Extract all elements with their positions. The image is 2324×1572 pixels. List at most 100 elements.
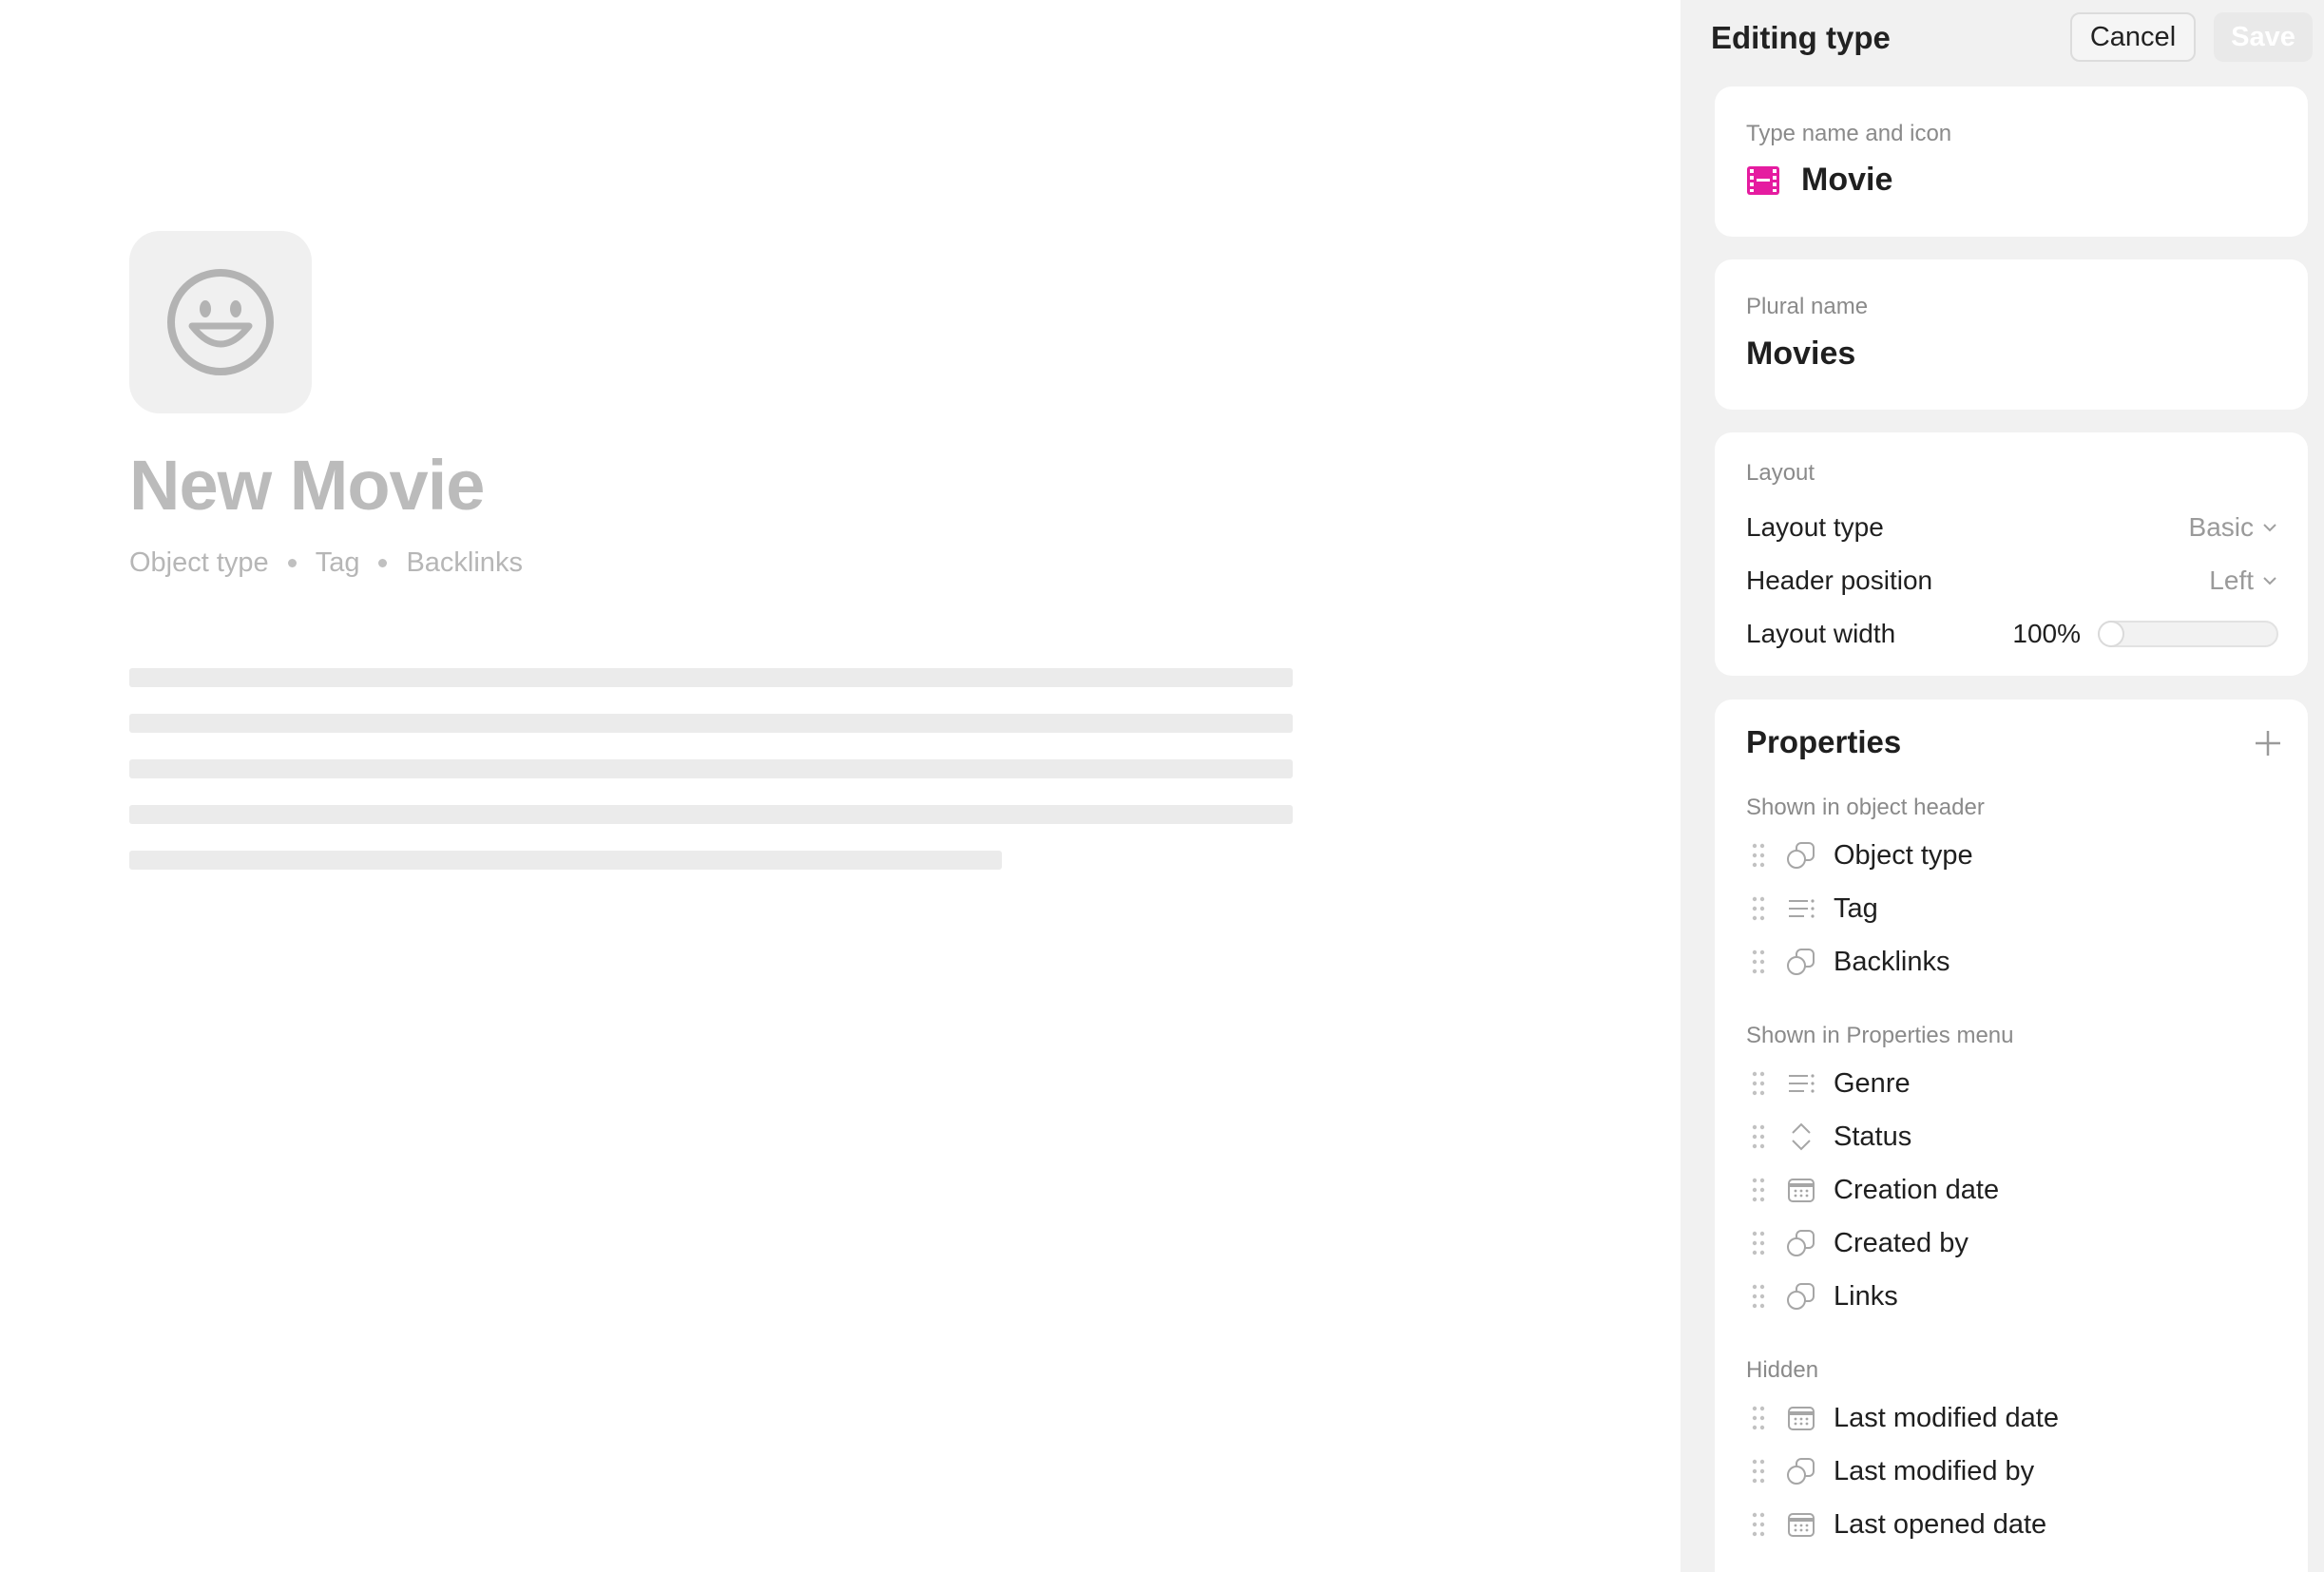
calendar-icon — [1784, 1507, 1818, 1542]
layout-width-row: Layout width 100% — [1746, 615, 2278, 653]
property-name: Status — [1834, 1121, 1912, 1152]
plural-name-field[interactable]: Movies — [1746, 335, 1855, 373]
property-row[interactable]: Genre — [1746, 1064, 1911, 1103]
drag-handle[interactable] — [1750, 1071, 1767, 1096]
layout-type-select[interactable]: Basic — [2189, 512, 2278, 543]
header-property-tag: Tag — [315, 547, 360, 578]
calendar-icon — [1784, 1173, 1818, 1207]
layout-width-label: Layout width — [1746, 619, 1896, 648]
property-name: Tag — [1834, 892, 1878, 924]
property-name: Last modified by — [1834, 1455, 2035, 1486]
plural-name-label: Plural name — [1746, 294, 1869, 319]
cancel-button[interactable]: Cancel — [2070, 12, 2196, 62]
drag-handle-icon[interactable] — [1752, 949, 1765, 974]
drag-handle[interactable] — [1750, 1459, 1767, 1484]
content-skeleton-line — [129, 714, 1293, 733]
drag-handle[interactable] — [1750, 896, 1767, 921]
property-name: Links — [1834, 1280, 1898, 1312]
slider-knob[interactable] — [2100, 623, 2122, 645]
relation-object-icon — [1784, 1226, 1818, 1260]
drag-handle-icon[interactable] — [1752, 1406, 1765, 1430]
save-button[interactable]: Save — [2214, 12, 2313, 62]
property-name: Creation date — [1834, 1174, 2000, 1205]
header-position-row: Header position Left — [1746, 562, 2278, 600]
property-row[interactable]: Tag — [1746, 889, 1878, 929]
property-row[interactable]: Object type — [1746, 835, 1973, 875]
chevron-down-icon — [2263, 577, 2276, 585]
header-position-label: Header position — [1746, 566, 1933, 595]
drag-handle[interactable] — [1750, 1178, 1767, 1202]
property-name: Backlinks — [1834, 946, 1950, 977]
property-row[interactable]: Created by — [1746, 1223, 1969, 1263]
smiley-face-icon — [167, 269, 274, 375]
status-select-icon — [1784, 1120, 1818, 1154]
property-row[interactable]: Last modified date — [1746, 1398, 2059, 1438]
chevron-down-icon — [2263, 524, 2276, 532]
edit-type-panel: Editing type Cancel Save Type name and i… — [1681, 0, 2324, 1572]
property-name: Created by — [1834, 1227, 1969, 1258]
layout-width-slider[interactable] — [2098, 621, 2278, 647]
header-section-label: Shown in object header — [1746, 795, 1985, 820]
content-skeleton-line — [129, 805, 1293, 824]
object-header-properties: Object type Tag Backlinks — [129, 547, 523, 579]
drag-handle-icon[interactable] — [1752, 1512, 1765, 1537]
type-name-field[interactable]: Movie — [1746, 162, 1892, 199]
panel-title: Editing type — [1711, 20, 1891, 55]
layout-type-label: Layout type — [1746, 512, 1884, 542]
property-row[interactable]: Last modified by — [1746, 1451, 2034, 1491]
layout-type-value: Basic — [2188, 512, 2254, 542]
drag-handle-icon[interactable] — [1752, 1071, 1765, 1096]
property-row[interactable]: Links — [1746, 1276, 1898, 1316]
drag-handle[interactable] — [1750, 1284, 1767, 1309]
drag-handle[interactable] — [1750, 1231, 1767, 1256]
relation-object-icon — [1784, 838, 1818, 872]
properties-card: Properties Shown in object header Object… — [1715, 700, 2308, 1572]
property-name: Object type — [1834, 839, 1973, 871]
property-row[interactable]: Last opened date — [1746, 1505, 2046, 1544]
property-row[interactable]: Status — [1746, 1117, 1911, 1157]
type-name-value[interactable]: Movie — [1801, 162, 1892, 199]
content-skeleton-line — [129, 759, 1293, 778]
drag-handle[interactable] — [1750, 949, 1767, 974]
type-name-card: Type name and icon Movie — [1715, 86, 2308, 237]
drag-handle[interactable] — [1750, 1512, 1767, 1537]
properties-title: Properties — [1746, 724, 1902, 759]
calendar-icon — [1784, 1401, 1818, 1435]
type-name-label: Type name and icon — [1746, 121, 1952, 146]
drag-handle[interactable] — [1750, 1406, 1767, 1430]
menu-section-label: Shown in Properties menu — [1746, 1023, 2014, 1048]
drag-handle-icon[interactable] — [1752, 843, 1765, 868]
header-property-backlinks: Backlinks — [406, 547, 523, 578]
tag-list-icon — [1784, 891, 1818, 926]
drag-handle-icon[interactable] — [1752, 1124, 1765, 1149]
film-icon[interactable] — [1746, 165, 1780, 196]
drag-handle-icon[interactable] — [1752, 1284, 1765, 1309]
property-name: Genre — [1834, 1067, 1911, 1099]
property-row[interactable]: Creation date — [1746, 1170, 1999, 1210]
property-name: Last opened date — [1834, 1508, 2047, 1540]
add-property-icon[interactable] — [2251, 726, 2285, 760]
object-preview: New Movie Object type Tag Backlinks — [0, 0, 1681, 1572]
drag-handle[interactable] — [1750, 1124, 1767, 1149]
header-position-value: Left — [2209, 566, 2254, 595]
property-row[interactable]: Backlinks — [1746, 942, 1950, 982]
drag-handle-icon[interactable] — [1752, 1459, 1765, 1484]
object-icon-placeholder[interactable] — [129, 231, 312, 413]
content-skeleton-line — [129, 668, 1293, 687]
hidden-section-label: Hidden — [1746, 1357, 1819, 1383]
header-position-select[interactable]: Left — [2209, 566, 2278, 596]
object-title[interactable]: New Movie — [129, 445, 485, 526]
drag-handle-icon[interactable] — [1752, 896, 1765, 921]
relation-object-icon — [1784, 1454, 1818, 1488]
separator-dot — [378, 559, 388, 567]
drag-handle-icon[interactable] — [1752, 1178, 1765, 1202]
header-property-object-type: Object type — [129, 547, 269, 578]
layout-type-row: Layout type Basic — [1746, 508, 2278, 546]
layout-width-value: 100% — [2012, 619, 2081, 648]
separator-dot — [287, 559, 297, 567]
tag-list-icon — [1784, 1066, 1818, 1101]
drag-handle[interactable] — [1750, 843, 1767, 868]
layout-card: Layout Layout type Basic Header position… — [1715, 432, 2308, 676]
relation-object-icon — [1784, 945, 1818, 979]
drag-handle-icon[interactable] — [1752, 1231, 1765, 1256]
